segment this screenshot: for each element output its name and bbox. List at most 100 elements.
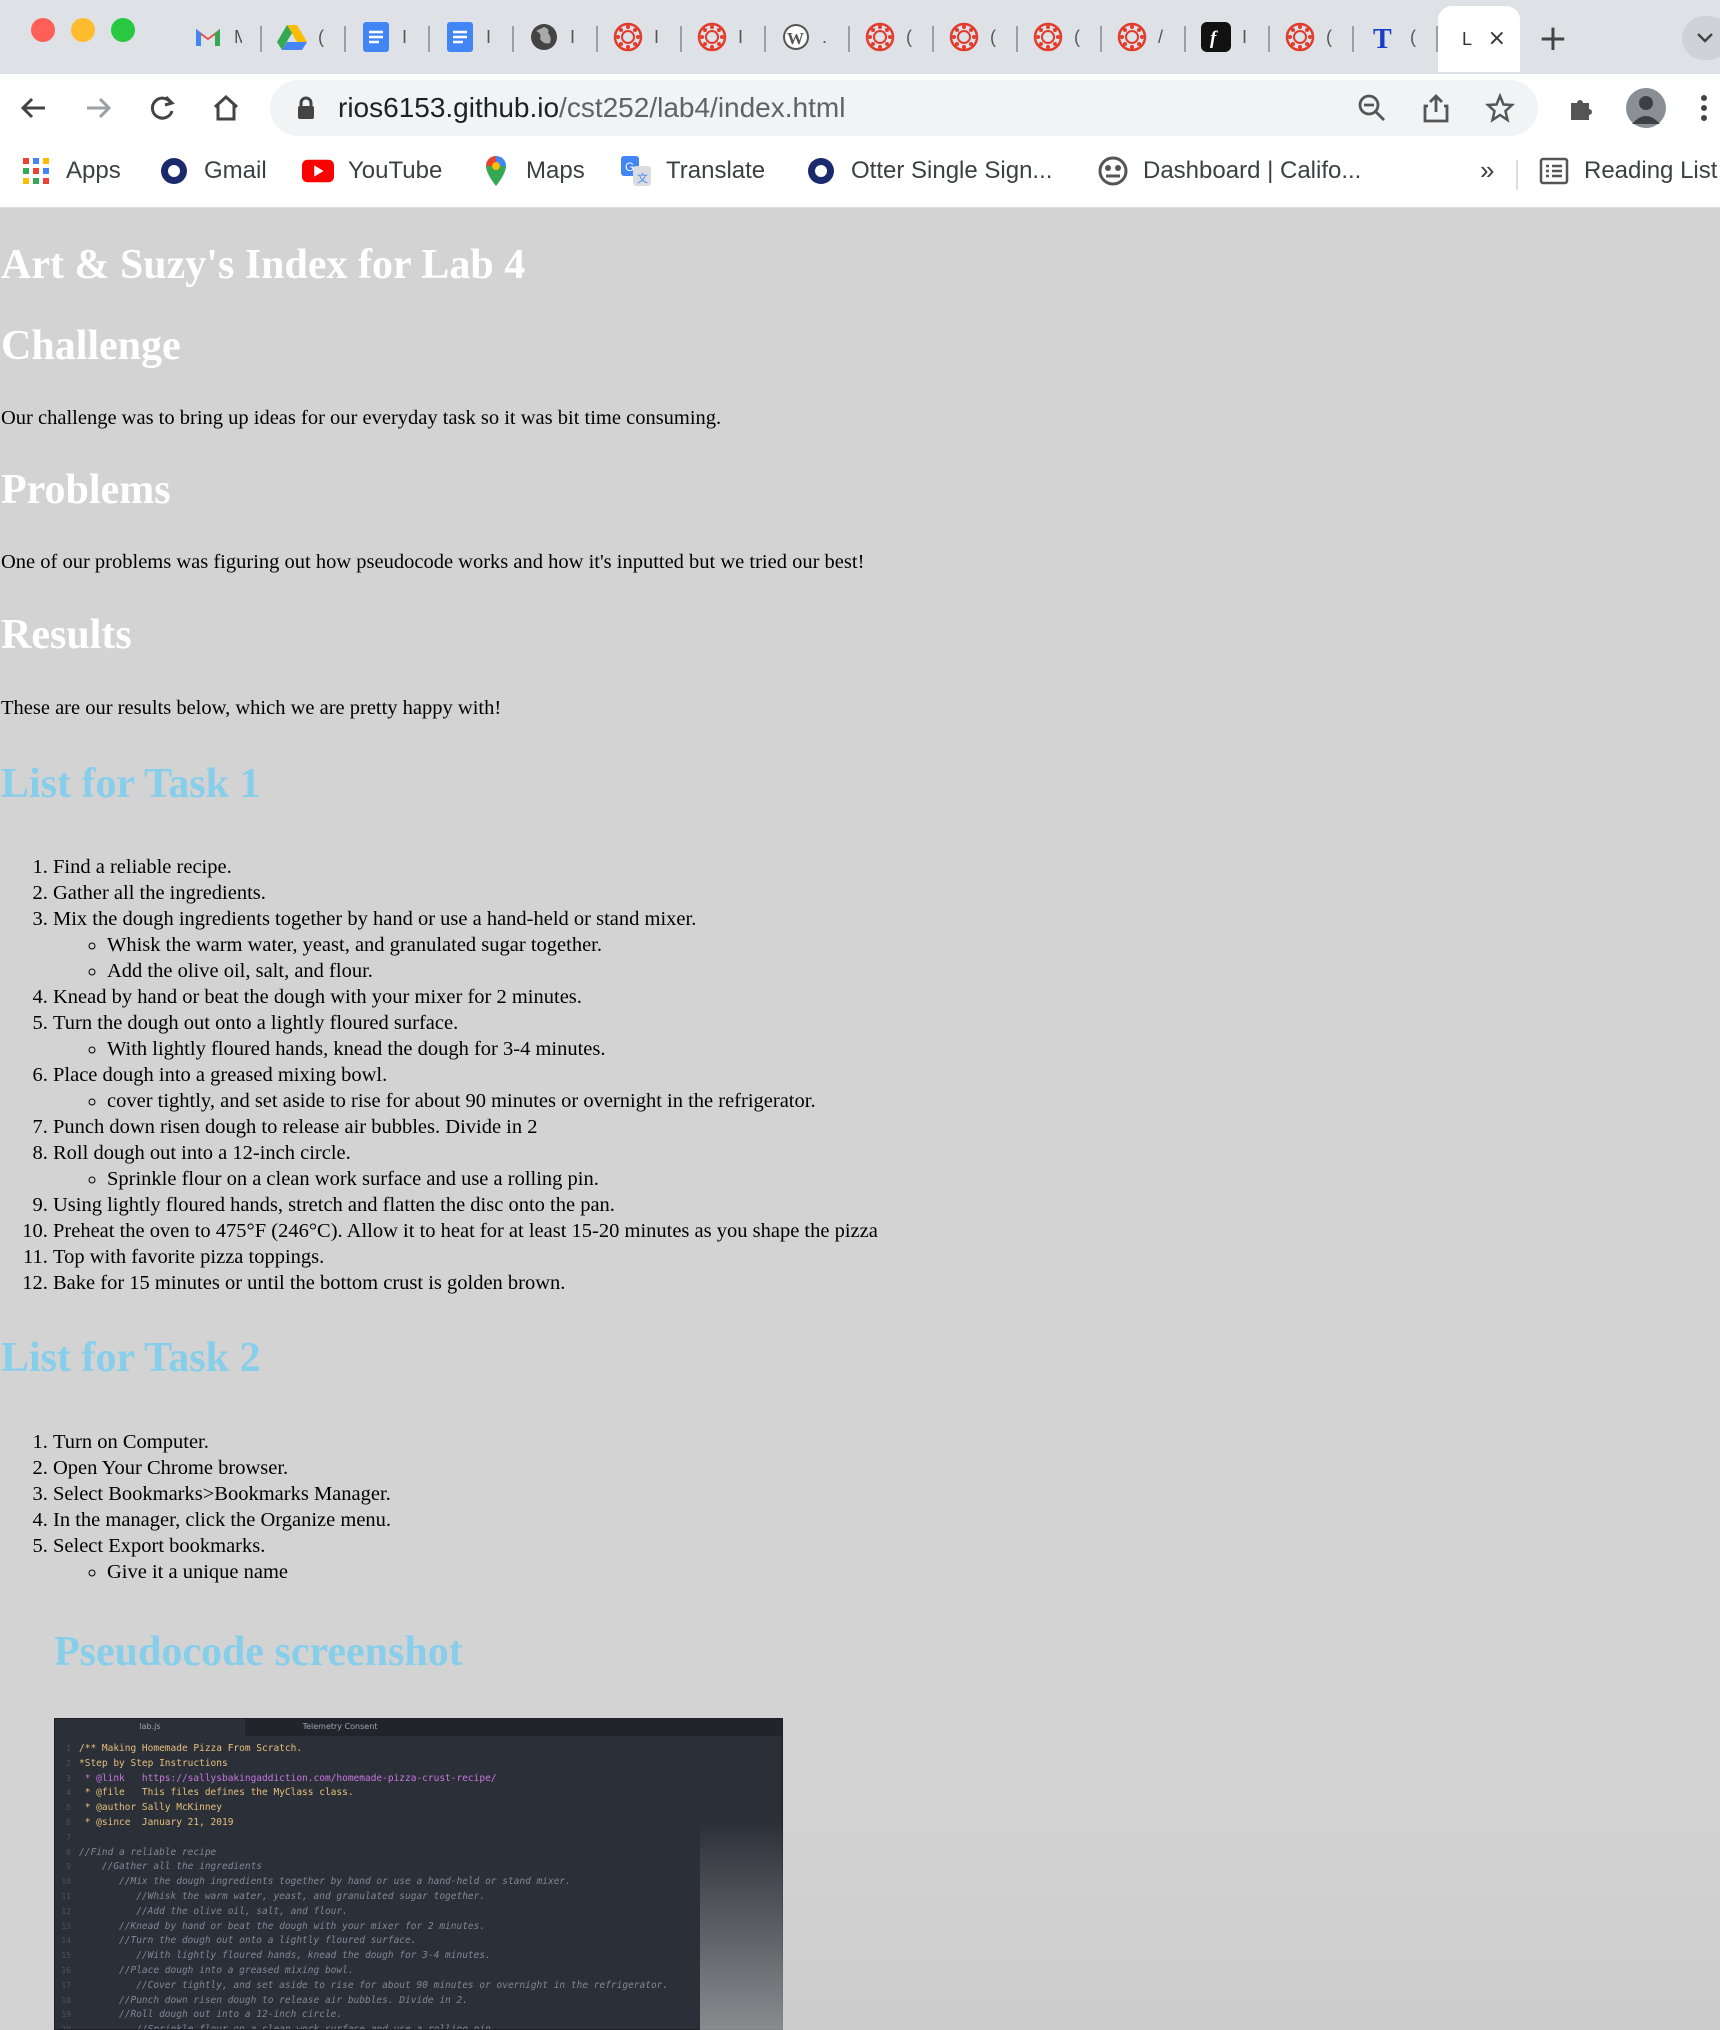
results-text: These are our results below, which we ar… <box>1 697 502 719</box>
browser-tab[interactable]: ( <box>934 8 1018 66</box>
tab-title: I <box>486 26 492 47</box>
sub-list-item: Add the olive oil, salt, and flour. <box>107 958 878 984</box>
address-bar[interactable]: rios6153.github.io/cst252/lab4/index.htm… <box>270 80 1538 136</box>
line-number: 16 <box>61 1965 71 1975</box>
new-tab-button[interactable]: + <box>1527 16 1579 60</box>
reload-icon <box>150 95 175 120</box>
tab-title: ( <box>990 26 996 47</box>
minimize-window-button[interactable] <box>71 18 95 42</box>
lock-icon[interactable] <box>288 90 324 126</box>
url-text[interactable]: rios6153.github.io/cst252/lab4/index.htm… <box>338 92 845 124</box>
browser-tab[interactable]: I <box>430 8 514 66</box>
circle-logo-icon <box>805 155 837 187</box>
browser-tab[interactable]: ( <box>1018 8 1102 66</box>
list-item-text: Find a reliable recipe. <box>53 856 232 878</box>
tab-search-button[interactable] <box>1682 16 1720 60</box>
browser-tab[interactable]: M <box>178 8 262 66</box>
line-number: 14 <box>61 1936 71 1946</box>
active-tab[interactable]: L × <box>1438 6 1520 72</box>
challenge-heading: Challenge <box>1 323 181 369</box>
svg-text:W: W <box>787 29 804 48</box>
task2-heading: List for Task 2 <box>1 1335 261 1381</box>
bookmark-youtube[interactable]: YouTube <box>302 155 442 187</box>
code-line: 13 //Knead by hand or beat the dough wit… <box>55 1920 782 1935</box>
code-text: //Roll dough out into a 12-inch circle. <box>79 2009 343 2021</box>
list-item: Bake for 15 minutes or until the bottom … <box>53 1270 878 1296</box>
list-item: Turn on Computer. <box>53 1429 391 1455</box>
page-title: Art & Suzy's Index for Lab 4 <box>1 242 526 288</box>
list-item-text: Gather all the ingredients. <box>53 882 266 904</box>
script-f-icon: f <box>1200 21 1232 53</box>
bookmark-gmail[interactable]: Gmail <box>158 155 267 187</box>
browser-tab[interactable]: ( <box>262 8 346 66</box>
list-item-text: Roll dough out into a 12-inch circle. <box>53 1142 351 1164</box>
close-tab-icon[interactable]: × <box>1488 26 1506 51</box>
browser-tab[interactable]: fI <box>1186 8 1270 66</box>
line-number: 10 <box>61 1877 71 1887</box>
browser-tab[interactable]: T( <box>1354 8 1438 66</box>
code-text: //Gather all the ingredients <box>79 1861 263 1873</box>
line-number: 4 <box>66 1788 71 1798</box>
problems-text: One of our problems was figuring out how… <box>1 551 865 573</box>
browser-tab[interactable]: ( <box>850 8 934 66</box>
code-text: //Find a reliable recipe <box>79 1846 217 1858</box>
bookmark-label: Otter Single Sign... <box>851 157 1053 184</box>
results-heading: Results <box>1 612 132 658</box>
browser-tab[interactable]: I <box>598 8 682 66</box>
bookmark-maps[interactable]: Maps <box>480 155 585 187</box>
close-window-button[interactable] <box>31 18 55 42</box>
browser-tab[interactable]: W. <box>766 8 850 66</box>
url-host: rios6153.github.io <box>338 92 560 123</box>
maps-pin-icon <box>480 155 512 187</box>
share-icon[interactable] <box>1418 90 1454 126</box>
line-number: 12 <box>61 1906 71 1916</box>
svg-text:T: T <box>1373 24 1392 52</box>
bookmark-apps[interactable]: Apps <box>20 155 121 187</box>
home-button[interactable] <box>204 86 248 130</box>
tab-title: ( <box>1410 26 1416 47</box>
back-button[interactable] <box>12 86 56 130</box>
code-text: //With lightly floured hands, knead the … <box>79 1950 491 1962</box>
maximize-window-button[interactable] <box>111 18 135 42</box>
bookmark-otter-sso[interactable]: Otter Single Sign... <box>805 155 1052 187</box>
code-line: 16 //Place dough into a greased mixing b… <box>55 1964 782 1979</box>
browser-tab[interactable]: ( <box>1270 8 1354 66</box>
list-item: Top with favorite pizza toppings. <box>53 1244 878 1270</box>
extensions-button[interactable] <box>1560 86 1604 130</box>
bookmark-translate[interactable]: G文 Translate <box>620 155 765 187</box>
code-text: * @since January 21, 2019 <box>79 1816 234 1828</box>
reading-list-button[interactable]: Reading List <box>1538 155 1717 187</box>
tab-title: M <box>234 26 242 47</box>
list-item-text: In the manager, click the Organize menu. <box>53 1509 392 1531</box>
reload-button[interactable] <box>140 86 184 130</box>
sub-list-item: Sprinkle flour on a clean work surface a… <box>107 1166 878 1192</box>
canvas-icon <box>1116 21 1148 53</box>
profile-avatar[interactable] <box>1624 86 1668 130</box>
code-line: 18 //Punch down risen dough to release a… <box>55 1994 782 2009</box>
wordpress-icon: W <box>780 21 812 53</box>
list-item: Knead by hand or beat the dough with you… <box>53 984 878 1010</box>
list-item-text: Select Bookmarks>Bookmarks Manager. <box>53 1483 391 1505</box>
google-drive-icon <box>276 21 308 53</box>
line-number: 11 <box>61 1891 71 1901</box>
code-text: //Punch down risen dough to release air … <box>79 1994 468 2006</box>
zoom-icon[interactable] <box>1354 90 1390 126</box>
bookmark-label: Maps <box>526 157 585 184</box>
browser-tab[interactable]: I <box>682 8 766 66</box>
bookmark-star-icon[interactable] <box>1482 90 1518 126</box>
tab-title: / <box>1158 26 1164 47</box>
globe-icon <box>528 21 560 53</box>
list-item: Select Bookmarks>Bookmarks Manager. <box>53 1481 391 1507</box>
browser-tab[interactable]: I <box>514 8 598 66</box>
forward-button[interactable] <box>76 86 120 130</box>
list-item-text: Mix the dough ingredients together by ha… <box>53 908 697 930</box>
bookmarks-overflow-button[interactable]: » <box>1480 155 1494 186</box>
bookmark-dashboard[interactable]: Dashboard | Califo... <box>1097 155 1361 187</box>
canvas-icon <box>612 21 644 53</box>
browser-tab[interactable]: I <box>346 8 430 66</box>
browser-tab[interactable]: / <box>1102 8 1186 66</box>
code-line: 6 * @since January 21, 2019 <box>55 1816 782 1831</box>
menu-button[interactable] <box>1688 86 1720 130</box>
code-line: 7 <box>55 1831 782 1846</box>
url-path: /cst252/lab4/index.html <box>559 92 846 123</box>
